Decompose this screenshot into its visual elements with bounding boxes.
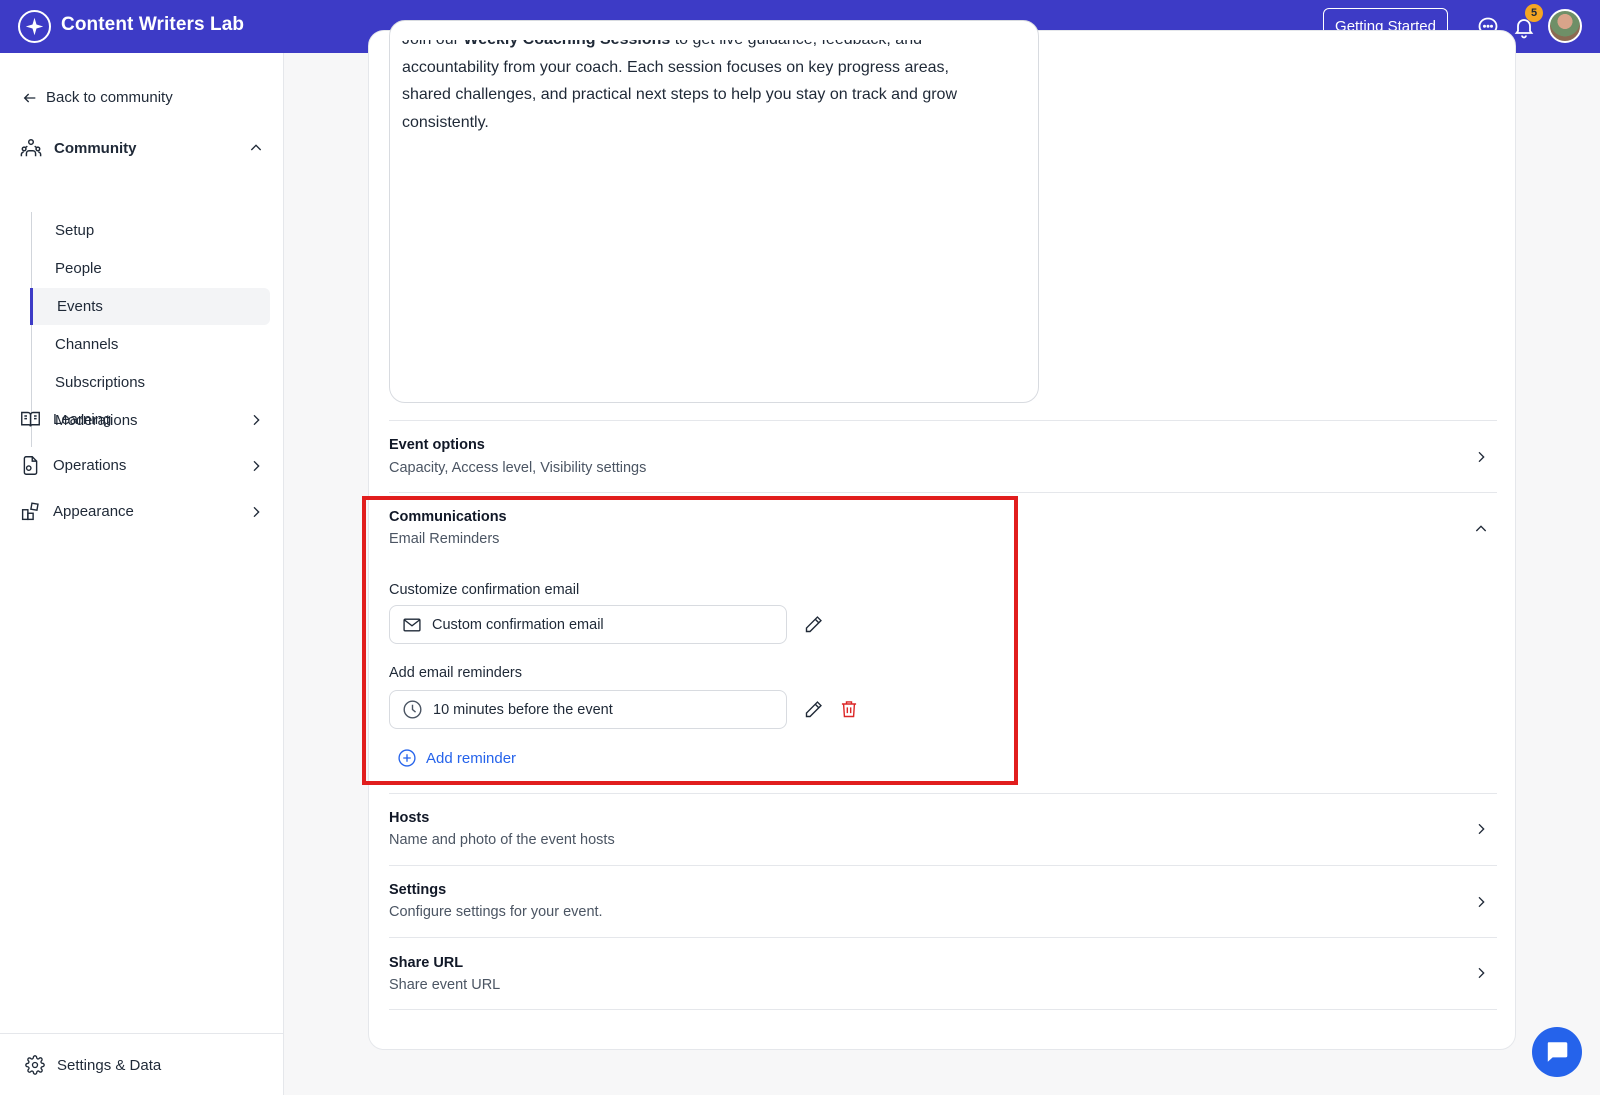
section-share-url[interactable]: Share URL Share event URL <box>389 938 1497 1010</box>
settings-data-link[interactable]: Settings & Data <box>25 1055 161 1075</box>
app-logo-icon[interactable] <box>18 10 51 43</box>
plus-circle-icon <box>398 749 416 767</box>
arrow-left-icon <box>23 93 36 102</box>
sidebar-item-community[interactable]: Community <box>20 137 264 159</box>
chevron-right-icon <box>1478 451 1485 463</box>
chevron-up-icon[interactable] <box>1473 521 1489 537</box>
description-line-0-pre: Join our <box>402 31 464 48</box>
sidebar-footer: Settings & Data <box>0 1033 284 1095</box>
sidebar-item-events[interactable]: Events <box>30 288 270 325</box>
share-url-title: Share URL <box>389 955 464 971</box>
learning-label: Learning <box>53 411 112 428</box>
description-bold: Weekly Coaching Sessions <box>463 31 671 48</box>
description-line-3: consistently. <box>402 113 489 131</box>
chevron-right-icon <box>1478 967 1485 979</box>
appearance-label: Appearance <box>53 503 134 520</box>
email-reminders-label: Add email reminders <box>389 665 522 681</box>
hosts-desc: Name and photo of the event hosts <box>389 832 615 848</box>
confirmation-email-field[interactable]: Custom confirmation email <box>389 605 787 644</box>
chevron-right-icon <box>253 506 260 517</box>
add-reminder-button[interactable]: Add reminder <box>397 748 516 768</box>
book-icon <box>21 411 40 427</box>
community-label: Community <box>54 139 137 157</box>
email-reminder-field[interactable]: 10 minutes before the event <box>389 690 787 729</box>
chevron-right-icon <box>253 414 260 425</box>
chevron-right-icon <box>1478 823 1485 835</box>
settings-data-label: Settings & Data <box>57 1056 162 1074</box>
clock-icon <box>403 700 422 719</box>
description-line-2: shared challenges, and practical next st… <box>402 86 957 103</box>
avatar[interactable] <box>1548 9 1582 43</box>
delete-reminder-button[interactable] <box>836 696 862 722</box>
sidebar-item-learning[interactable]: Learning <box>20 409 264 430</box>
event-options-title: Event options <box>389 437 485 453</box>
gear-icon <box>25 1055 45 1075</box>
sidebar-item-appearance[interactable]: Appearance <box>20 501 264 522</box>
back-label: Back to community <box>46 89 173 106</box>
sidebar-item-setup[interactable]: Setup <box>32 212 272 249</box>
description-text: Join our Weekly Coaching Sessions to get… <box>402 40 1012 136</box>
section-event-options[interactable]: Event options Capacity, Access level, Vi… <box>389 420 1497 493</box>
confirmation-email-value: Custom confirmation email <box>432 616 604 633</box>
event-options-desc: Capacity, Access level, Visibility setti… <box>389 460 647 476</box>
email-reminder-value: 10 minutes before the event <box>433 701 613 718</box>
operations-label: Operations <box>53 457 127 474</box>
chevron-right-icon <box>253 460 260 471</box>
sidebar-item-channels[interactable]: Channels <box>32 326 272 363</box>
operations-icon <box>23 456 38 475</box>
edit-confirmation-email-button[interactable] <box>800 611 826 637</box>
chat-icon <box>1547 1042 1568 1062</box>
settings-title: Settings <box>389 882 447 898</box>
communications-title: Communications <box>389 509 507 525</box>
trash-icon <box>841 701 857 718</box>
hosts-title: Hosts <box>389 810 430 826</box>
add-reminder-label: Add reminder <box>426 749 517 767</box>
share-url-desc: Share event URL <box>389 977 501 993</box>
pencil-icon <box>805 615 822 632</box>
support-chat-button[interactable] <box>1532 1027 1582 1077</box>
confirmation-email-label: Customize confirmation email <box>389 582 580 598</box>
edit-reminder-button[interactable] <box>800 696 826 722</box>
pencil-icon <box>805 700 822 717</box>
sidebar-item-people[interactable]: People <box>32 250 272 287</box>
community-icon <box>20 139 42 157</box>
back-to-community-link[interactable]: Back to community <box>22 89 173 106</box>
sidebar: Back to community Community Setup People… <box>0 53 284 1095</box>
chevron-right-icon <box>1478 896 1485 908</box>
chevron-up-icon <box>250 144 262 151</box>
notification-badge: 5 <box>1525 4 1543 22</box>
section-settings[interactable]: Settings Configure settings for your eve… <box>389 866 1497 938</box>
appearance-icon <box>21 502 39 521</box>
communications-desc: Email Reminders <box>389 531 500 547</box>
sidebar-item-subscriptions[interactable]: Subscriptions <box>32 364 272 401</box>
description-line-1: accountability from your coach. Each ses… <box>402 58 949 76</box>
description-line-0-post: to get live guidance, feedback, and <box>670 31 922 48</box>
settings-desc: Configure settings for your event. <box>389 904 603 920</box>
description-editor[interactable]: Join our Weekly Coaching Sessions to get… <box>389 20 1039 403</box>
sidebar-item-operations[interactable]: Operations <box>20 455 264 476</box>
app-title: Content Writers Lab <box>61 14 245 35</box>
section-hosts[interactable]: Hosts Name and photo of the event hosts <box>389 794 1497 866</box>
envelope-icon <box>403 618 421 631</box>
